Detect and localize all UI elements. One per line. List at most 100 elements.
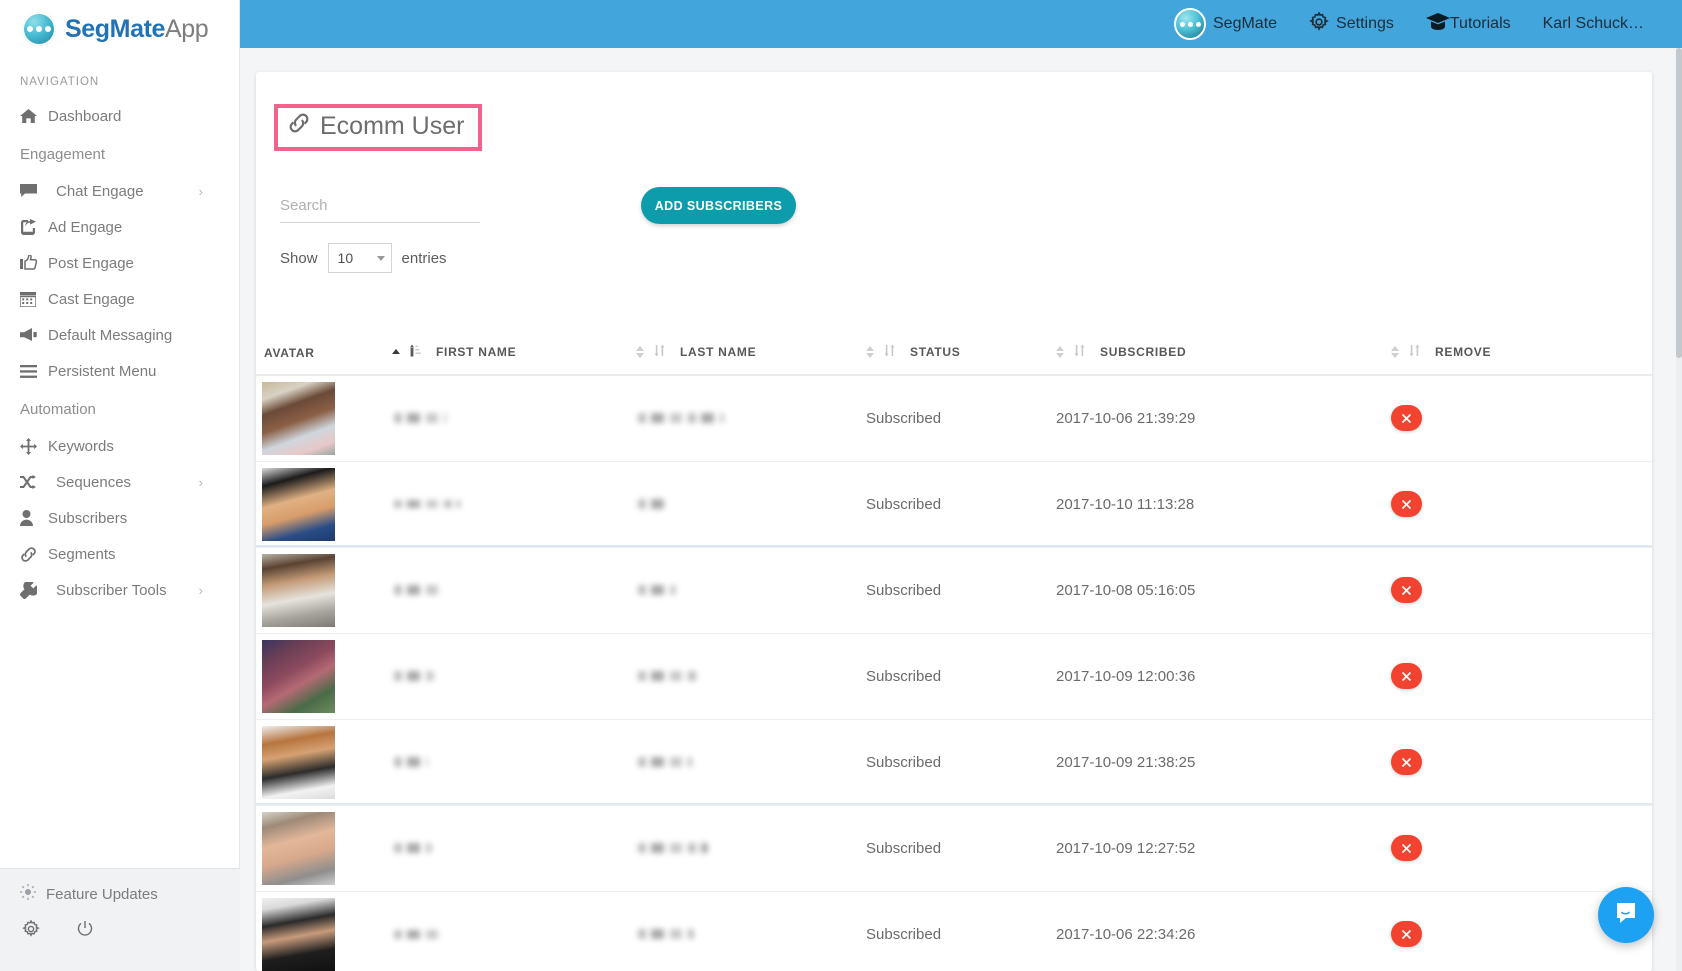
cell-status: Subscribed bbox=[866, 891, 1056, 971]
table-row[interactable]: Subscribed 2017-10-08 05:16:05 bbox=[256, 547, 1652, 634]
topbar-item-settings[interactable]: Settings bbox=[1293, 0, 1410, 48]
entries-label: entries bbox=[401, 249, 447, 267]
search-input[interactable] bbox=[280, 193, 480, 223]
first-name-value bbox=[394, 843, 432, 853]
feature-updates-label: Feature Updates bbox=[46, 885, 158, 903]
sidebar-item-default-messaging[interactable]: Default Messaging bbox=[0, 317, 239, 353]
cell-avatar bbox=[256, 633, 392, 720]
add-subscribers-button[interactable]: ADD SUBSCRIBERS bbox=[641, 187, 796, 224]
column-label: LAST NAME bbox=[680, 345, 757, 359]
sidebar-group-automation: Automation bbox=[20, 401, 96, 418]
last-name-value bbox=[638, 499, 664, 509]
cell-first-name bbox=[392, 891, 636, 971]
topbar-item-label: Tutorials bbox=[1449, 15, 1511, 32]
sidebar-item-chat-engage[interactable]: Chat Engage › bbox=[0, 173, 239, 209]
remove-subscriber-button[interactable] bbox=[1391, 921, 1422, 947]
column-header-remove[interactable]: REMOVE bbox=[1391, 344, 1652, 376]
page-scrollbar-thumb[interactable] bbox=[1676, 48, 1682, 358]
sidebar-item-cast-engage[interactable]: Cast Engage bbox=[0, 281, 239, 317]
cell-first-name bbox=[392, 375, 636, 462]
app-root: SegMateApp NAVIGATION Dashboard Engageme… bbox=[0, 0, 1682, 971]
power-icon[interactable] bbox=[76, 920, 94, 943]
column-header-subscribed[interactable]: SUBSCRIBED bbox=[1056, 344, 1391, 376]
sidebar-item-sequences[interactable]: Sequences › bbox=[0, 464, 239, 500]
home-icon bbox=[20, 108, 44, 124]
remove-subscriber-button[interactable] bbox=[1391, 663, 1422, 689]
remove-subscriber-button[interactable] bbox=[1391, 835, 1422, 861]
sidebar-footer: Feature Updates bbox=[0, 868, 240, 971]
brand-title-light: App bbox=[165, 14, 209, 43]
remove-subscriber-button[interactable] bbox=[1391, 491, 1422, 517]
feature-updates-button[interactable]: Feature Updates bbox=[0, 869, 240, 904]
first-name-value bbox=[394, 413, 446, 424]
brand-logo-area[interactable]: SegMateApp bbox=[0, 0, 239, 58]
column-header-last-name[interactable]: LAST NAME bbox=[636, 344, 866, 376]
first-name-value bbox=[394, 929, 440, 939]
sort-updown-icon bbox=[1408, 344, 1421, 360]
table-row[interactable]: Subscribed 2017-10-10 11:13:28 bbox=[256, 461, 1652, 548]
sidebar-item-dashboard[interactable]: Dashboard bbox=[0, 98, 239, 134]
sidebar-item-subscribers[interactable]: Subscribers bbox=[0, 500, 239, 536]
graduation-cap-icon bbox=[1425, 12, 1450, 36]
sidebar-item-segments[interactable]: Segments bbox=[0, 536, 239, 572]
chat-widget-button[interactable] bbox=[1598, 887, 1654, 943]
sidebar-item-subscriber-tools[interactable]: Subscriber Tools › bbox=[0, 572, 239, 608]
brand-title: SegMateApp bbox=[65, 14, 209, 44]
topbar-item-label: SegMate bbox=[1213, 15, 1278, 32]
table-row[interactable]: Subscribed 2017-10-09 21:38:25 bbox=[256, 719, 1652, 806]
close-icon bbox=[1401, 757, 1412, 768]
cell-avatar bbox=[256, 891, 392, 971]
sort-caret-icon bbox=[636, 346, 644, 358]
sidebar-item-ad-engage[interactable]: Ad Engage bbox=[0, 209, 239, 245]
column-header-status[interactable]: STATUS bbox=[866, 344, 1056, 376]
sort-control-avatar[interactable] bbox=[392, 344, 422, 360]
cell-last-name bbox=[636, 633, 866, 720]
sidebar-item-label: Default Messaging bbox=[48, 326, 173, 344]
cell-status: Subscribed bbox=[866, 375, 1056, 462]
column-header-first-name[interactable]: FIRST NAME bbox=[392, 344, 636, 376]
cell-first-name bbox=[392, 805, 636, 892]
table-row[interactable]: Subscribed 2017-10-06 22:34:26 bbox=[256, 891, 1652, 971]
thumbs-up-icon bbox=[20, 255, 44, 271]
topbar-item-user[interactable]: Karl Schuck… bbox=[1527, 0, 1660, 48]
column-label: FIRST NAME bbox=[436, 345, 517, 359]
cell-remove bbox=[1391, 547, 1652, 634]
entries-select[interactable]: 10 bbox=[327, 243, 392, 273]
remove-subscriber-button[interactable] bbox=[1391, 749, 1422, 775]
sort-control-status[interactable] bbox=[1056, 344, 1086, 360]
cell-subscribed: 2017-10-09 21:38:25 bbox=[1056, 719, 1391, 806]
table-row[interactable]: Subscribed 2017-10-09 12:27:52 bbox=[256, 805, 1652, 892]
cell-first-name bbox=[392, 461, 636, 548]
comment-icon bbox=[20, 184, 44, 198]
sort-control-subscribed[interactable] bbox=[1391, 344, 1421, 360]
cell-status: Subscribed bbox=[866, 719, 1056, 806]
sidebar-item-keywords[interactable]: Keywords bbox=[0, 428, 239, 464]
cell-avatar bbox=[256, 805, 392, 892]
sort-control-last-name[interactable] bbox=[866, 344, 896, 360]
topbar-item-segmate[interactable]: SegMate bbox=[1158, 0, 1293, 48]
remove-subscriber-button[interactable] bbox=[1391, 405, 1422, 432]
topbar-item-tutorials[interactable]: Tutorials bbox=[1410, 0, 1527, 48]
sidebar-item-label: Sequences bbox=[56, 473, 132, 491]
sidebar-item-label: Segments bbox=[48, 545, 116, 563]
table-row[interactable]: Subscribed 2017-10-09 12:00:36 bbox=[256, 633, 1652, 720]
table-row[interactable]: Subscribed 2017-10-06 21:39:29 bbox=[256, 375, 1652, 462]
sort-updown-icon bbox=[883, 344, 896, 360]
link-icon bbox=[288, 112, 310, 141]
sort-control-first-name[interactable] bbox=[636, 344, 666, 360]
remove-subscriber-button[interactable] bbox=[1391, 577, 1422, 603]
column-label: AVATAR bbox=[264, 346, 315, 360]
first-name-value bbox=[394, 585, 444, 595]
sidebar-item-post-engage[interactable]: Post Engage bbox=[0, 245, 239, 281]
top-navigation-bar: SegMate Settings Tutorials Karl Schuck… bbox=[240, 0, 1682, 48]
wrench-icon bbox=[20, 581, 44, 599]
user-icon bbox=[20, 510, 44, 526]
column-header-avatar[interactable]: AVATAR bbox=[256, 344, 392, 376]
sort-amount-asc-icon bbox=[409, 344, 422, 360]
link-icon bbox=[20, 546, 44, 563]
cell-last-name bbox=[636, 891, 866, 971]
sidebar-item-persistent-menu[interactable]: Persistent Menu bbox=[0, 353, 239, 389]
bullhorn-icon bbox=[20, 328, 44, 342]
topbar-item-label: Settings bbox=[1336, 15, 1394, 32]
gear-icon[interactable] bbox=[22, 919, 40, 943]
